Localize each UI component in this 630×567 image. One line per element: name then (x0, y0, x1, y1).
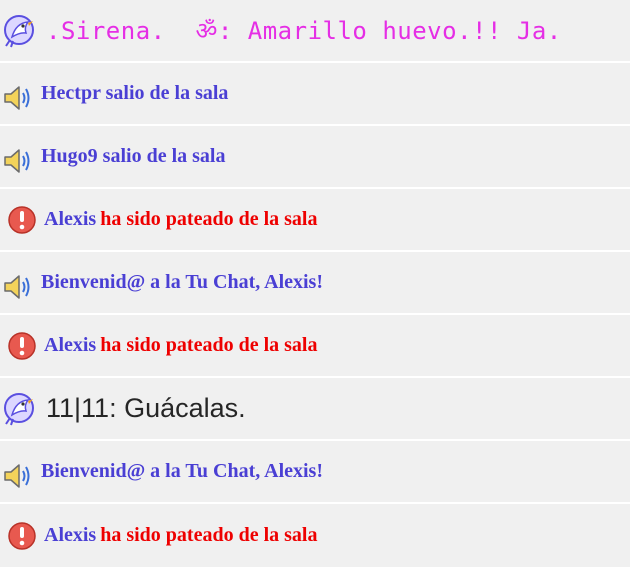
bird-icon (2, 391, 38, 427)
speaker-icon (2, 272, 34, 302)
message-text: ha sido pateado de la sala (100, 334, 318, 356)
user-name: Alexis (44, 524, 97, 546)
chat-message: .Sirena. ॐ: Amarillo huevo.!! Ja. (0, 0, 630, 63)
message-text: 11|11: Guácalas. (46, 393, 246, 423)
speaker-icon (2, 83, 34, 113)
kick-message: Alexis ha sido pateado de la sala (0, 315, 630, 378)
user-name: Alexis (44, 334, 97, 356)
bird-icon (2, 13, 38, 49)
message-text: ha sido pateado de la sala (100, 208, 318, 230)
message-text: .Sirena. ॐ: Amarillo huevo.!! Ja. (46, 17, 562, 45)
system-message: Bienvenid@ a la Tu Chat, Alexis! (0, 441, 630, 504)
message-text: ha sido pateado de la sala (100, 524, 318, 546)
speaker-icon (2, 146, 34, 176)
message-text: Hugo9 salio de la sala (41, 145, 226, 167)
system-message: Hectpr salio de la sala (0, 63, 630, 126)
system-message: Hugo9 salio de la sala (0, 126, 630, 189)
chat-message: 11|11: Guácalas. (0, 378, 630, 441)
speaker-icon (2, 461, 34, 491)
kick-message: Alexis ha sido pateado de la sala (0, 504, 630, 567)
user-name: Alexis (44, 208, 97, 230)
message-text: Hectpr salio de la sala (41, 82, 229, 104)
message-text: Bienvenid@ a la Tu Chat, Alexis! (41, 271, 324, 293)
alert-icon (6, 521, 38, 551)
message-text: Bienvenid@ a la Tu Chat, Alexis! (41, 460, 324, 482)
alert-icon (6, 331, 38, 361)
system-message: Bienvenid@ a la Tu Chat, Alexis! (0, 252, 630, 315)
chat-log: .Sirena. ॐ: Amarillo huevo.!! Ja. Hectpr… (0, 0, 630, 567)
kick-message: Alexis ha sido pateado de la sala (0, 189, 630, 252)
alert-icon (6, 205, 38, 235)
